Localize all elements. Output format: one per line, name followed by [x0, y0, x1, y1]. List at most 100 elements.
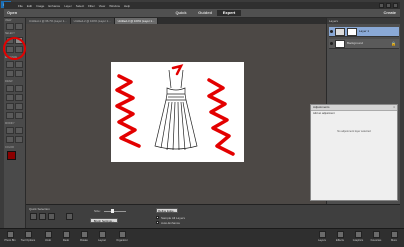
- layers-button[interactable]: Layers: [314, 231, 330, 242]
- lock-icon: 🔒: [391, 41, 396, 46]
- layer-row-background[interactable]: Background 🔒: [329, 39, 399, 49]
- menu-view[interactable]: View: [99, 4, 105, 8]
- more-icon: [390, 231, 398, 238]
- size-slider-thumb[interactable]: [111, 209, 114, 213]
- minimize-icon[interactable]: [379, 3, 384, 8]
- layer-row-layer1[interactable]: Layer 1: [329, 27, 399, 37]
- organizer-button[interactable]: Organizer: [114, 231, 130, 242]
- size-label: Size:: [94, 209, 101, 213]
- eye-icon[interactable]: [330, 42, 333, 45]
- menu-edit[interactable]: Edit: [27, 4, 32, 8]
- sample-all-layers-checkbox[interactable]: [156, 216, 159, 219]
- gradient-tool-icon[interactable]: [15, 94, 23, 101]
- graphics-button[interactable]: Graphics: [350, 231, 366, 242]
- tool-options-button[interactable]: Tool Options: [20, 231, 36, 242]
- favorites-button[interactable]: Favorites: [368, 231, 384, 242]
- canvas-area[interactable]: [26, 24, 326, 204]
- document-canvas[interactable]: [111, 62, 244, 162]
- new-selection-icon[interactable]: [30, 213, 37, 220]
- favorites-icon: [372, 231, 380, 238]
- tool-name: Quick Selection: [29, 207, 50, 211]
- toolbox-section-view: VIEW: [5, 19, 12, 22]
- tab-expert[interactable]: Expert: [217, 10, 241, 16]
- type-tool-icon[interactable]: [6, 112, 14, 119]
- size-slider-track[interactable]: [104, 211, 126, 212]
- refine-edge-button[interactable]: Refine Edge...: [156, 208, 178, 213]
- brush-picker-icon[interactable]: [66, 213, 73, 220]
- menu-enhance[interactable]: Enhance: [48, 4, 60, 8]
- favorites-label: Favorites: [370, 239, 382, 242]
- add-selection-icon[interactable]: [39, 213, 46, 220]
- create-button[interactable]: Create: [384, 10, 396, 16]
- menu-file[interactable]: File: [18, 4, 23, 8]
- red-scribble-left: [115, 74, 141, 148]
- window-controls: [379, 3, 398, 8]
- content-aware-move-icon[interactable]: [6, 136, 14, 143]
- eraser-tool-icon[interactable]: [15, 85, 23, 92]
- undo-label: Undo: [44, 239, 52, 242]
- tab-quick[interactable]: Quick: [169, 10, 193, 16]
- toolbox-section-draw: DRAW: [5, 80, 13, 83]
- crop-tool-icon[interactable]: [6, 127, 14, 134]
- layout-label: Layout: [98, 239, 106, 242]
- undo-button[interactable]: Undo: [40, 231, 56, 242]
- zoom-tool-icon[interactable]: [6, 23, 14, 30]
- redo-button[interactable]: Redo: [58, 231, 74, 242]
- menu-layer[interactable]: Layer: [64, 4, 72, 8]
- effects-label: Effects: [336, 239, 344, 242]
- effects-icon: [336, 231, 344, 238]
- red-scribble-right: [207, 78, 235, 156]
- dress-drawing: [154, 69, 198, 151]
- redo-label: Redo: [62, 239, 70, 242]
- layer-name: Background: [347, 41, 364, 45]
- tab-guided[interactable]: Guided: [193, 10, 217, 16]
- pencil-tool-icon[interactable]: [15, 112, 23, 119]
- open-button[interactable]: Open: [7, 10, 17, 16]
- brush-settings-button[interactable]: Brush Settings...: [90, 218, 118, 223]
- photo-bin-button[interactable]: Photo Bin: [2, 231, 18, 242]
- undo-icon: [44, 231, 52, 238]
- subtract-selection-icon[interactable]: [48, 213, 55, 220]
- close-icon[interactable]: ×: [393, 105, 395, 109]
- graphics-label: Graphics: [352, 239, 364, 242]
- straighten-tool-icon[interactable]: [15, 136, 23, 143]
- spot-healing-tool-icon[interactable]: [15, 61, 23, 68]
- blur-tool-icon[interactable]: [15, 70, 23, 77]
- redo-icon: [62, 231, 70, 238]
- red-mark-top: [171, 64, 184, 76]
- layout-button[interactable]: Layout: [94, 231, 110, 242]
- rotate-icon: [80, 231, 88, 238]
- hand-tool-icon[interactable]: [15, 23, 23, 30]
- layer-thumbnail: [335, 40, 345, 48]
- menu-window[interactable]: Window: [109, 4, 120, 8]
- auto-enhance-checkbox[interactable]: [156, 221, 159, 224]
- photoshop-elements-window: Ps File Edit Image Enhance Layer Select …: [0, 0, 404, 247]
- eyedropper-tool-icon[interactable]: [15, 103, 23, 110]
- adjustments-panel: Adjustments × Add an adjustment No adjus…: [310, 104, 398, 201]
- graphics-icon: [354, 231, 362, 238]
- paint-bucket-tool-icon[interactable]: [6, 94, 14, 101]
- menu-image[interactable]: Image: [36, 4, 44, 8]
- clone-stamp-tool-icon[interactable]: [6, 70, 14, 77]
- adjustments-empty-message: No adjustment layer selected: [337, 130, 371, 133]
- menu-filter[interactable]: Filter: [88, 4, 95, 8]
- maximize-icon[interactable]: [386, 3, 391, 8]
- menu-select[interactable]: Select: [76, 4, 84, 8]
- auto-enhance-label: Auto-Enhance: [161, 221, 181, 225]
- close-icon[interactable]: [393, 3, 398, 8]
- organizer-icon: [118, 231, 126, 238]
- rotate-button[interactable]: Rotate: [76, 231, 92, 242]
- effects-button[interactable]: Effects: [332, 231, 348, 242]
- layer-mask-thumbnail: [347, 28, 357, 36]
- brush-tool-icon[interactable]: [6, 85, 14, 92]
- more-button[interactable]: More: [386, 231, 402, 242]
- foreground-color-swatch[interactable]: [7, 151, 16, 160]
- eye-icon[interactable]: [330, 30, 333, 33]
- shape-tool-icon[interactable]: [6, 103, 14, 110]
- recompose-tool-icon[interactable]: [15, 127, 23, 134]
- mode-bar: Open Quick Guided Expert Create: [4, 9, 400, 18]
- menu-help[interactable]: Help: [124, 4, 130, 8]
- red-eye-tool-icon[interactable]: [6, 61, 14, 68]
- layers-icon: [318, 231, 326, 238]
- sample-all-layers-label: Sample All Layers: [161, 216, 186, 220]
